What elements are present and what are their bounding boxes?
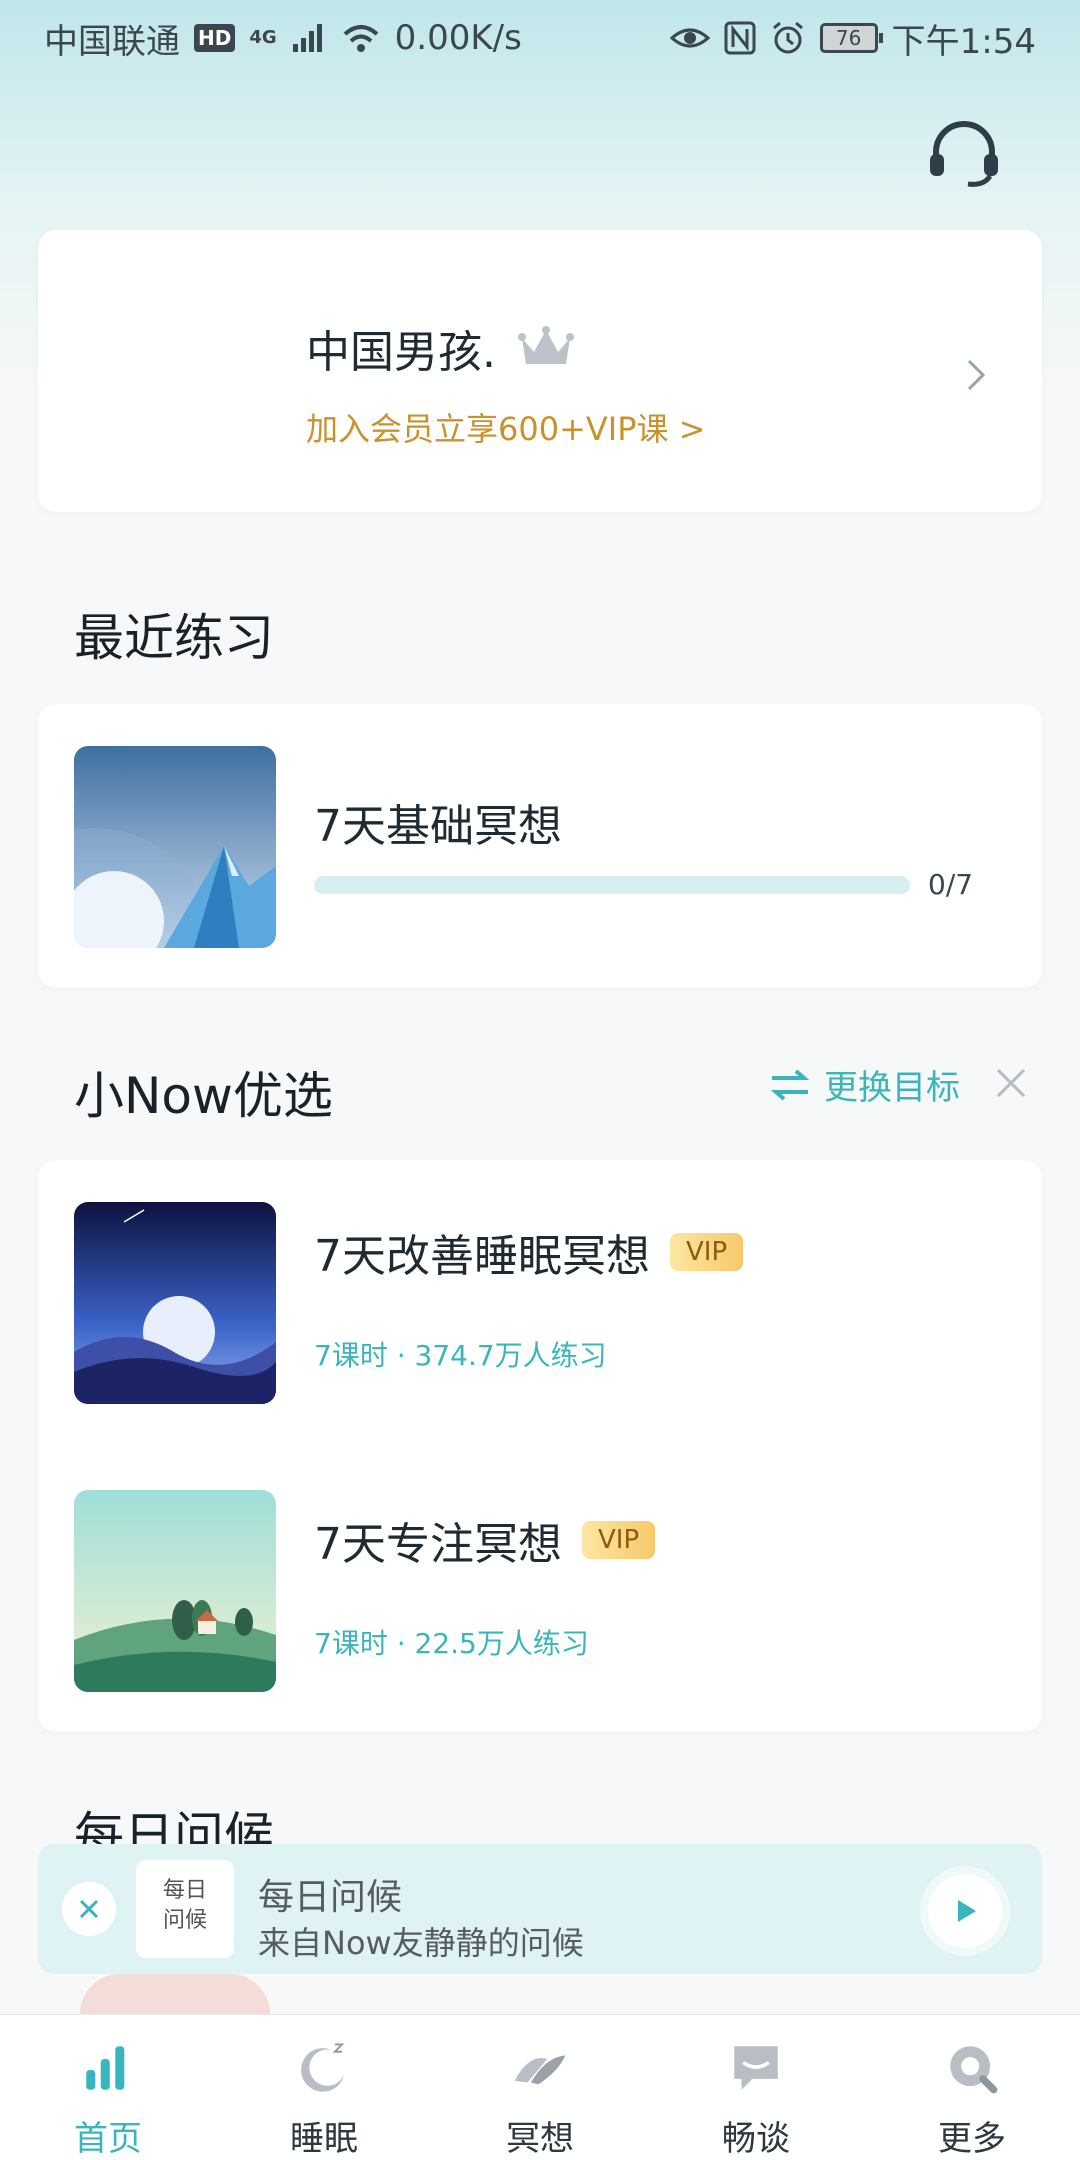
vip-join-link[interactable]: 加入会员立享600+VIP课 > [306,404,706,450]
course-title: 7天基础冥想 [314,801,562,852]
pick-title-row: 7天专注冥想 VIP [314,1508,656,1572]
pick-meta: 7课时 · 374.7万人练习 [314,1339,607,1372]
status-right: 76 下午1:54 [669,14,1036,63]
tab-chat[interactable]: 畅谈 [648,2015,864,2160]
chat-icon [734,2046,778,2090]
pick-title: 7天专注冥想 [314,1519,562,1570]
tab-home[interactable]: 首页 [0,2015,216,2160]
picks-section-title: 小Now优选 [74,1067,333,1125]
mini-player[interactable]: 每日 问候 每日问候 来自Now友静静的问候 [38,1844,1042,1974]
course-thumbnail [74,746,276,948]
crown-icon [518,326,574,364]
vip-badge: VIP [670,1233,744,1271]
home-chart-icon [86,2046,125,2090]
headset-icon[interactable] [926,118,1002,188]
play-icon [958,1900,976,1922]
moon-icon [301,2043,345,2092]
recent-section-title: 最近练习 [74,609,274,667]
mini-player-subtitle: 来自Now友静静的问候 [258,1924,584,1962]
clock: 下午1:54 [891,21,1036,62]
status-left: 中国联通 HD 4G 0.00K/s [44,14,522,63]
mini-player-close-button[interactable] [62,1882,116,1936]
battery-icon: 76 [819,23,883,53]
signal-icon [292,24,322,52]
hd-icon: HD [194,24,236,52]
username: 中国男孩. [306,327,496,378]
network-type-icon: 4G [249,27,277,48]
close-icon [79,1899,99,1919]
meditation-icon [514,2055,566,2085]
tab-more[interactable]: 更多 [864,2015,1080,2160]
mini-player-title: 每日问候 [258,1877,403,1918]
pick-thumbnail [74,1490,276,1692]
alarm-icon [772,21,803,54]
pick-title-row: 7天改善睡眠冥想 VIP [314,1220,744,1284]
search-icon [950,2046,998,2094]
course-progress-bar [314,876,910,894]
mini-player-thumbnail: 每日 问候 [136,1860,234,1958]
play-button[interactable] [928,1874,1002,1948]
picks-card: 7天改善睡眠冥想 VIP 7课时 · 374.7万人练习 7天专注冥想 VIP … [38,1160,1042,1732]
pick-thumbnail [74,1202,276,1404]
tab-sleep[interactable]: 睡眠 [216,2015,432,2160]
bottom-tab-bar: 首页 睡眠 冥想 畅谈 更多 [0,2014,1080,2160]
eye-icon [669,28,710,48]
chevron-right-icon[interactable] [966,358,986,392]
change-goal-label: 更换目标 [824,1068,960,1108]
username-row: 中国男孩. [306,316,574,380]
change-goal-button[interactable]: 更换目标 [770,1060,960,1109]
tab-label: 更多 [938,2119,1006,2159]
pick-meta: 7课时 · 22.5万人练习 [314,1627,589,1660]
tab-label: 畅谈 [722,2119,790,2159]
recent-course-card[interactable]: 7天基础冥想 0/7 [38,704,1042,988]
partial-illustration [80,1974,270,2014]
tab-label: 冥想 [506,2119,574,2159]
nfc-icon [724,21,756,55]
wifi-icon [343,25,378,52]
close-icon[interactable] [994,1066,1028,1100]
tab-label: 首页 [74,2119,142,2159]
carrier-label: 中国联通 [44,21,180,62]
swap-icon [770,1068,810,1101]
pick-title: 7天改善睡眠冥想 [314,1231,650,1282]
course-progress-text: 0/7 [928,868,974,901]
network-speed: 0.00K/s [394,18,522,58]
vip-badge: VIP [582,1521,656,1559]
pick-item[interactable]: 7天专注冥想 VIP 7课时 · 22.5万人练习 [38,1490,1042,1692]
pick-item[interactable]: 7天改善睡眠冥想 VIP 7课时 · 374.7万人练习 [38,1202,1042,1404]
status-bar: 中国联通 HD 4G 0.00K/s 76 下午1:54 [0,0,1080,76]
tab-meditation[interactable]: 冥想 [432,2015,648,2160]
tab-label: 睡眠 [290,2119,358,2159]
profile-card[interactable]: 中国男孩. 加入会员立享600+VIP课 > [38,230,1042,512]
